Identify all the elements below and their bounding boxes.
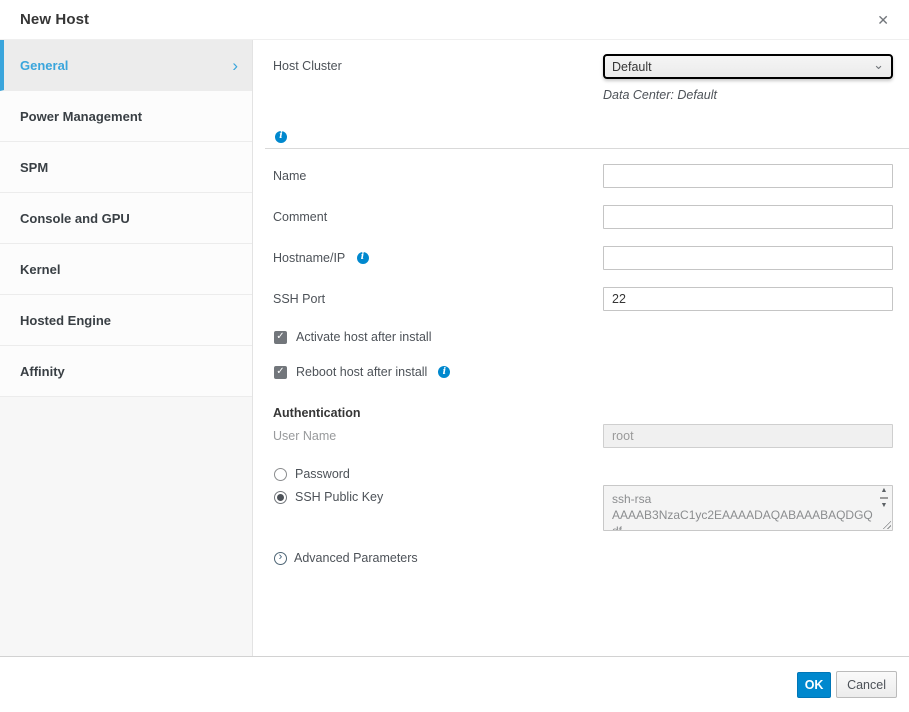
- dialog-footer: OK Cancel: [0, 657, 909, 712]
- ssh-key-radio-label: SSH Public Key: [295, 490, 383, 504]
- new-host-dialog: New Host ✕ General › Power Management SPM Co…: [0, 0, 909, 712]
- chevron-right-icon: ›: [232, 57, 238, 74]
- ssh-port-row: SSH Port: [253, 287, 909, 311]
- name-row: Name: [253, 164, 909, 188]
- scrollbar-thumb[interactable]: [880, 497, 888, 499]
- dialog-body: General › Power Management SPM Console and G…: [0, 40, 909, 657]
- ok-button[interactable]: OK: [797, 672, 831, 698]
- sidebar-item-affinity[interactable]: Affinity: [0, 346, 252, 397]
- close-icon[interactable]: ✕: [873, 11, 893, 29]
- sidebar: General › Power Management SPM Console and G…: [0, 40, 253, 656]
- user-name-input: [603, 424, 893, 448]
- comment-input[interactable]: [603, 205, 893, 229]
- info-icon[interactable]: i: [357, 252, 369, 264]
- reboot-host-checkbox-row[interactable]: ✓ Reboot host after install i: [253, 365, 909, 379]
- sidebar-item-kernel[interactable]: Kernel: [0, 244, 252, 295]
- advanced-parameters-toggle[interactable]: › Advanced Parameters: [253, 551, 909, 565]
- radio-button[interactable]: [274, 468, 287, 481]
- activate-host-label: Activate host after install: [296, 330, 431, 344]
- host-cluster-select[interactable]: Default: [603, 54, 893, 79]
- reboot-host-label: Reboot host after install: [296, 365, 427, 379]
- info-icon[interactable]: i: [438, 366, 450, 378]
- advanced-parameters-label: Advanced Parameters: [294, 551, 418, 565]
- textarea-scrollbar[interactable]: ▲ ▼: [878, 487, 890, 509]
- comment-row: Comment: [253, 205, 909, 229]
- host-cluster-row: Host Cluster Default ⌄ Data Center: Defa…: [253, 54, 909, 102]
- sidebar-item-label: Kernel: [20, 262, 60, 277]
- data-center-note: Data Center: Default: [603, 88, 893, 102]
- cancel-button[interactable]: Cancel: [836, 671, 897, 698]
- expand-chevron-icon[interactable]: ›: [274, 552, 287, 565]
- cluster-info-block: i: [253, 129, 909, 143]
- sidebar-item-label: Power Management: [20, 109, 142, 124]
- sidebar-item-hosted-engine[interactable]: Hosted Engine: [0, 295, 252, 346]
- ssh-port-label: SSH Port: [273, 287, 603, 306]
- section-divider: [265, 148, 909, 149]
- dialog-title: New Host: [20, 11, 89, 28]
- sidebar-item-label: Console and GPU: [20, 211, 130, 226]
- hostname-row: Hostname/IP i: [253, 246, 909, 270]
- sidebar-item-console-and-gpu[interactable]: Console and GPU: [0, 193, 252, 244]
- hostname-label-text: Hostname/IP: [273, 251, 345, 265]
- checkbox-checked-icon[interactable]: ✓: [274, 331, 287, 344]
- ssh-key-radio-row[interactable]: SSH Public Key: [274, 485, 603, 504]
- activate-host-checkbox-row[interactable]: ✓ Activate host after install: [253, 330, 909, 344]
- password-radio-row[interactable]: Password: [253, 467, 909, 481]
- sidebar-item-label: Affinity: [20, 364, 65, 379]
- radio-button[interactable]: [274, 491, 287, 504]
- checkbox-checked-icon[interactable]: ✓: [274, 366, 287, 379]
- comment-label: Comment: [273, 205, 603, 224]
- user-name-row: User Name: [253, 424, 909, 448]
- ssh-public-key-textarea[interactable]: [603, 485, 893, 531]
- sidebar-item-spm[interactable]: SPM: [0, 142, 252, 193]
- sidebar-item-general[interactable]: General ›: [0, 40, 252, 91]
- hostname-input[interactable]: [603, 246, 893, 270]
- name-label: Name: [273, 164, 603, 183]
- password-radio-label: Password: [295, 467, 350, 481]
- sidebar-item-label: Hosted Engine: [20, 313, 111, 328]
- form-content: Host Cluster Default ⌄ Data Center: Defa…: [253, 40, 909, 656]
- sidebar-item-power-management[interactable]: Power Management: [0, 91, 252, 142]
- user-name-label: User Name: [273, 424, 603, 443]
- sidebar-item-label: General: [20, 58, 68, 73]
- host-cluster-label: Host Cluster: [273, 54, 603, 73]
- scroll-down-icon[interactable]: ▼: [881, 502, 888, 509]
- sidebar-item-label: SPM: [20, 160, 48, 175]
- dialog-header: New Host ✕: [0, 0, 909, 40]
- info-icon[interactable]: i: [275, 131, 287, 143]
- name-input[interactable]: [603, 164, 893, 188]
- hostname-label: Hostname/IP i: [273, 246, 603, 265]
- ssh-public-key-row: SSH Public Key ▲ ▼: [253, 485, 909, 531]
- authentication-heading: Authentication: [253, 406, 909, 420]
- scroll-up-icon[interactable]: ▲: [881, 487, 888, 494]
- ssh-port-input[interactable]: [603, 287, 893, 311]
